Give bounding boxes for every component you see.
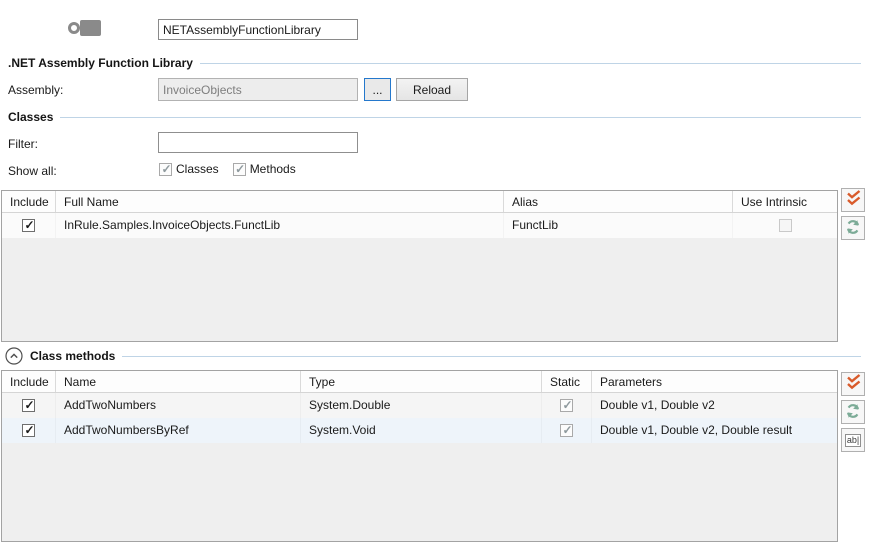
function-library-icon-tag	[80, 20, 101, 36]
classes-section-title: Classes	[8, 110, 53, 124]
method-static-cell	[542, 393, 592, 418]
library-name-input[interactable]	[158, 19, 358, 40]
assembly-path-input	[158, 78, 358, 101]
method-row-addtwonumbers[interactable]: AddTwoNumbers System.Double Double v1, D…	[2, 393, 837, 418]
red-double-checkmark-icon	[846, 374, 861, 394]
classes-grid-row[interactable]: InRule.Samples.InvoiceObjects.FunctLib F…	[2, 213, 837, 238]
method-include-cell	[2, 418, 56, 443]
classes-row-alias-cell: FunctLib	[504, 213, 733, 238]
methods-grid-header: Include Name Type Static Parameters	[2, 371, 837, 393]
method-static-cell	[542, 418, 592, 443]
method-type-cell: System.Double	[301, 393, 542, 418]
refresh-icon	[845, 403, 861, 422]
classes-row-include-cell	[2, 213, 56, 238]
classes-row-use-intrinsic-cell	[733, 213, 837, 238]
classes-grid-empty-area	[2, 238, 837, 341]
method-parameters-cell: Double v1, Double v2, Double result	[592, 418, 837, 443]
class-methods-section-header: Class methods	[5, 348, 861, 364]
classes-row-full-name-cell: InRule.Samples.InvoiceObjects.FunctLib	[56, 213, 504, 238]
classes-section-header: Classes	[8, 109, 861, 125]
method-include-cell	[2, 393, 56, 418]
red-double-checkmark-icon	[846, 190, 861, 210]
assembly-section-header: .NET Assembly Function Library	[8, 55, 861, 71]
class-include-checkbox[interactable]	[22, 219, 35, 232]
show-classes-checkbox-label: Classes	[176, 162, 219, 176]
use-intrinsic-checkbox	[779, 219, 792, 232]
collapse-class-methods-icon[interactable]	[5, 347, 23, 365]
function-library-icon	[68, 20, 102, 37]
classes-column-header-full-name[interactable]: Full Name	[56, 191, 504, 212]
method-include-checkbox[interactable]	[22, 424, 35, 437]
show-methods-checkbox-label: Methods	[250, 162, 296, 176]
classes-column-header-use-intrinsic[interactable]: Use Intrinsic	[733, 191, 837, 212]
methods-grid-empty-area	[2, 443, 837, 541]
methods-column-header-include[interactable]: Include	[2, 371, 56, 392]
rename-method-button[interactable]: ab|	[841, 428, 865, 452]
classes-section-divider	[60, 117, 861, 118]
class-methods-section-title: Class methods	[30, 349, 115, 363]
method-static-checkbox	[560, 424, 573, 437]
class-methods-grid: Include Name Type Static Parameters AddT…	[1, 370, 838, 542]
classes-column-header-alias[interactable]: Alias	[504, 191, 733, 212]
check-all-classes-button[interactable]	[841, 188, 865, 212]
method-include-checkbox[interactable]	[22, 399, 35, 412]
method-name-cell: AddTwoNumbers	[56, 393, 301, 418]
reload-button[interactable]: Reload	[396, 78, 468, 101]
classes-grid: Include Full Name Alias Use Intrinsic In…	[1, 190, 838, 342]
assembly-section-divider	[200, 63, 861, 64]
show-all-label: Show all:	[8, 164, 57, 178]
browse-assembly-button[interactable]: ...	[364, 78, 391, 101]
methods-column-header-name[interactable]: Name	[56, 371, 301, 392]
methods-column-header-parameters[interactable]: Parameters	[592, 371, 837, 392]
method-row-addtwonumbersbyref[interactable]: AddTwoNumbersByRef System.Void Double v1…	[2, 418, 837, 443]
show-classes-checkbox[interactable]	[159, 163, 172, 176]
show-methods-checkbox[interactable]	[233, 163, 246, 176]
ab-text-cursor-icon: ab|	[845, 434, 861, 447]
method-parameters-cell: Double v1, Double v2	[592, 393, 837, 418]
filter-input[interactable]	[158, 132, 358, 153]
filter-label: Filter:	[8, 137, 38, 151]
assembly-section-title: .NET Assembly Function Library	[8, 56, 193, 70]
method-name-cell: AddTwoNumbersByRef	[56, 418, 301, 443]
show-all-checkbox-group: Classes Methods	[159, 162, 306, 176]
method-type-cell: System.Void	[301, 418, 542, 443]
classes-column-header-include[interactable]: Include	[2, 191, 56, 212]
check-all-methods-button[interactable]	[841, 372, 865, 396]
function-library-icon-ring	[68, 22, 80, 34]
refresh-classes-button[interactable]	[841, 216, 865, 240]
methods-column-header-static[interactable]: Static	[542, 371, 592, 392]
refresh-icon	[845, 219, 861, 238]
class-methods-section-divider	[122, 356, 861, 357]
methods-column-header-type[interactable]: Type	[301, 371, 542, 392]
classes-grid-header: Include Full Name Alias Use Intrinsic	[2, 191, 837, 213]
refresh-methods-button[interactable]	[841, 400, 865, 424]
assembly-label: Assembly:	[8, 83, 63, 97]
method-static-checkbox	[560, 399, 573, 412]
